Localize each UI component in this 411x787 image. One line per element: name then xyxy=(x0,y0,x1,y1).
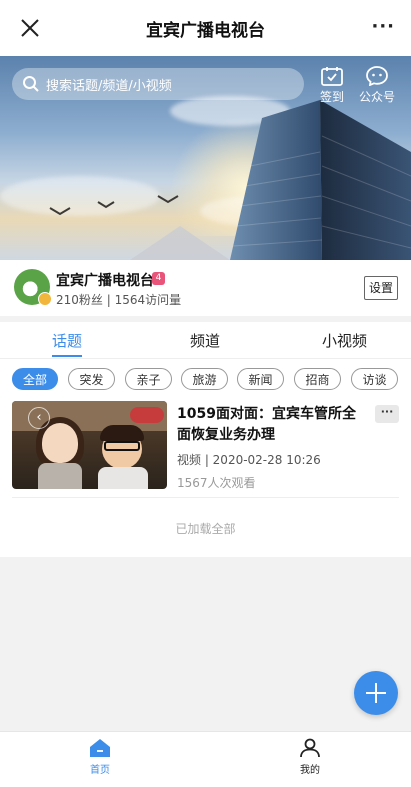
post-meta: 视频 | 2020-02-28 10:26 xyxy=(177,453,321,467)
post-views: 1567人次观看 xyxy=(177,476,256,490)
post-title[interactable]: 1059面对面：宜宾车管所全面恢复业务办理 xyxy=(177,404,367,446)
checkin-label: 签到 xyxy=(319,90,344,104)
thumbnail-person xyxy=(100,425,144,441)
profile-card: 宜宾广播电视台 4 210粉丝 | 1564访问量 设置 xyxy=(0,260,411,316)
add-post-button[interactable] xyxy=(354,671,398,715)
category-filter: 全部 突发 亲子 旅游 新闻 招商 访谈 xyxy=(0,359,411,399)
nav-mine[interactable]: 我的 xyxy=(280,738,340,776)
rank-badge: 4 xyxy=(152,272,165,285)
thumbnail-back-icon: ‹ xyxy=(28,407,50,429)
user-icon xyxy=(300,738,320,758)
tab-underline xyxy=(52,355,82,357)
calendar-check-icon xyxy=(321,67,343,86)
post-list: ‹ 1059面对面：宜宾车管所全面恢复业务办理 ··· 视频 | 2020-02… xyxy=(0,399,411,557)
close-icon[interactable] xyxy=(16,14,44,42)
chip-investment[interactable]: 招商 xyxy=(294,368,341,390)
chip-breaking[interactable]: 突发 xyxy=(68,368,115,390)
nav-home[interactable]: 首页 xyxy=(70,738,130,776)
thumbnail-person xyxy=(42,423,78,463)
video-thumbnail[interactable]: ‹ xyxy=(12,401,167,489)
official-account-button[interactable]: 公众号 xyxy=(357,66,397,105)
search-placeholder: 搜索话题/频道/小视频 xyxy=(46,78,172,94)
profile-stats: 210粉丝 | 1564访问量 xyxy=(56,293,182,307)
thumbnail-car xyxy=(130,407,164,423)
nav-mine-label: 我的 xyxy=(300,765,320,776)
search-icon xyxy=(23,76,39,92)
chip-travel[interactable]: 旅游 xyxy=(181,368,228,390)
tab-topics[interactable]: 话题 xyxy=(52,330,82,351)
verified-badge-icon xyxy=(38,292,52,306)
profile-name: 宜宾广播电视台 xyxy=(56,273,154,289)
more-menu-icon[interactable]: ··· xyxy=(371,18,395,36)
chat-bubble-icon xyxy=(366,66,388,86)
search-bar[interactable]: 搜索话题/频道/小视频 xyxy=(12,68,304,100)
home-icon xyxy=(90,739,110,757)
chip-parenting[interactable]: 亲子 xyxy=(125,368,172,390)
banner: 搜索话题/频道/小视频 签到 公众号 xyxy=(0,56,411,260)
page-title: 宜宾广播电视台 xyxy=(146,20,265,41)
divider xyxy=(12,497,399,498)
tab-channels[interactable]: 频道 xyxy=(190,330,220,351)
chip-interview[interactable]: 访谈 xyxy=(351,368,398,390)
title-bar: 宜宾广播电视台 ··· xyxy=(0,0,411,56)
nav-home-label: 首页 xyxy=(90,765,110,776)
chip-all[interactable]: 全部 xyxy=(12,368,58,390)
tab-bar: 话题 频道 小视频 xyxy=(0,322,411,359)
post-more-icon[interactable]: ··· xyxy=(375,405,399,423)
settings-button[interactable]: 设置 xyxy=(364,276,398,300)
bottom-nav: 首页 我的 xyxy=(0,731,411,787)
thumbnail-person xyxy=(38,463,82,489)
thumbnail-person xyxy=(98,467,148,489)
checkin-button[interactable]: 签到 xyxy=(312,66,352,105)
thumbnail-person xyxy=(104,441,140,451)
official-account-label: 公众号 xyxy=(358,90,395,104)
chip-news[interactable]: 新闻 xyxy=(237,368,284,390)
tab-short-videos[interactable]: 小视频 xyxy=(322,330,367,351)
loaded-all-text: 已加载全部 xyxy=(175,522,236,536)
